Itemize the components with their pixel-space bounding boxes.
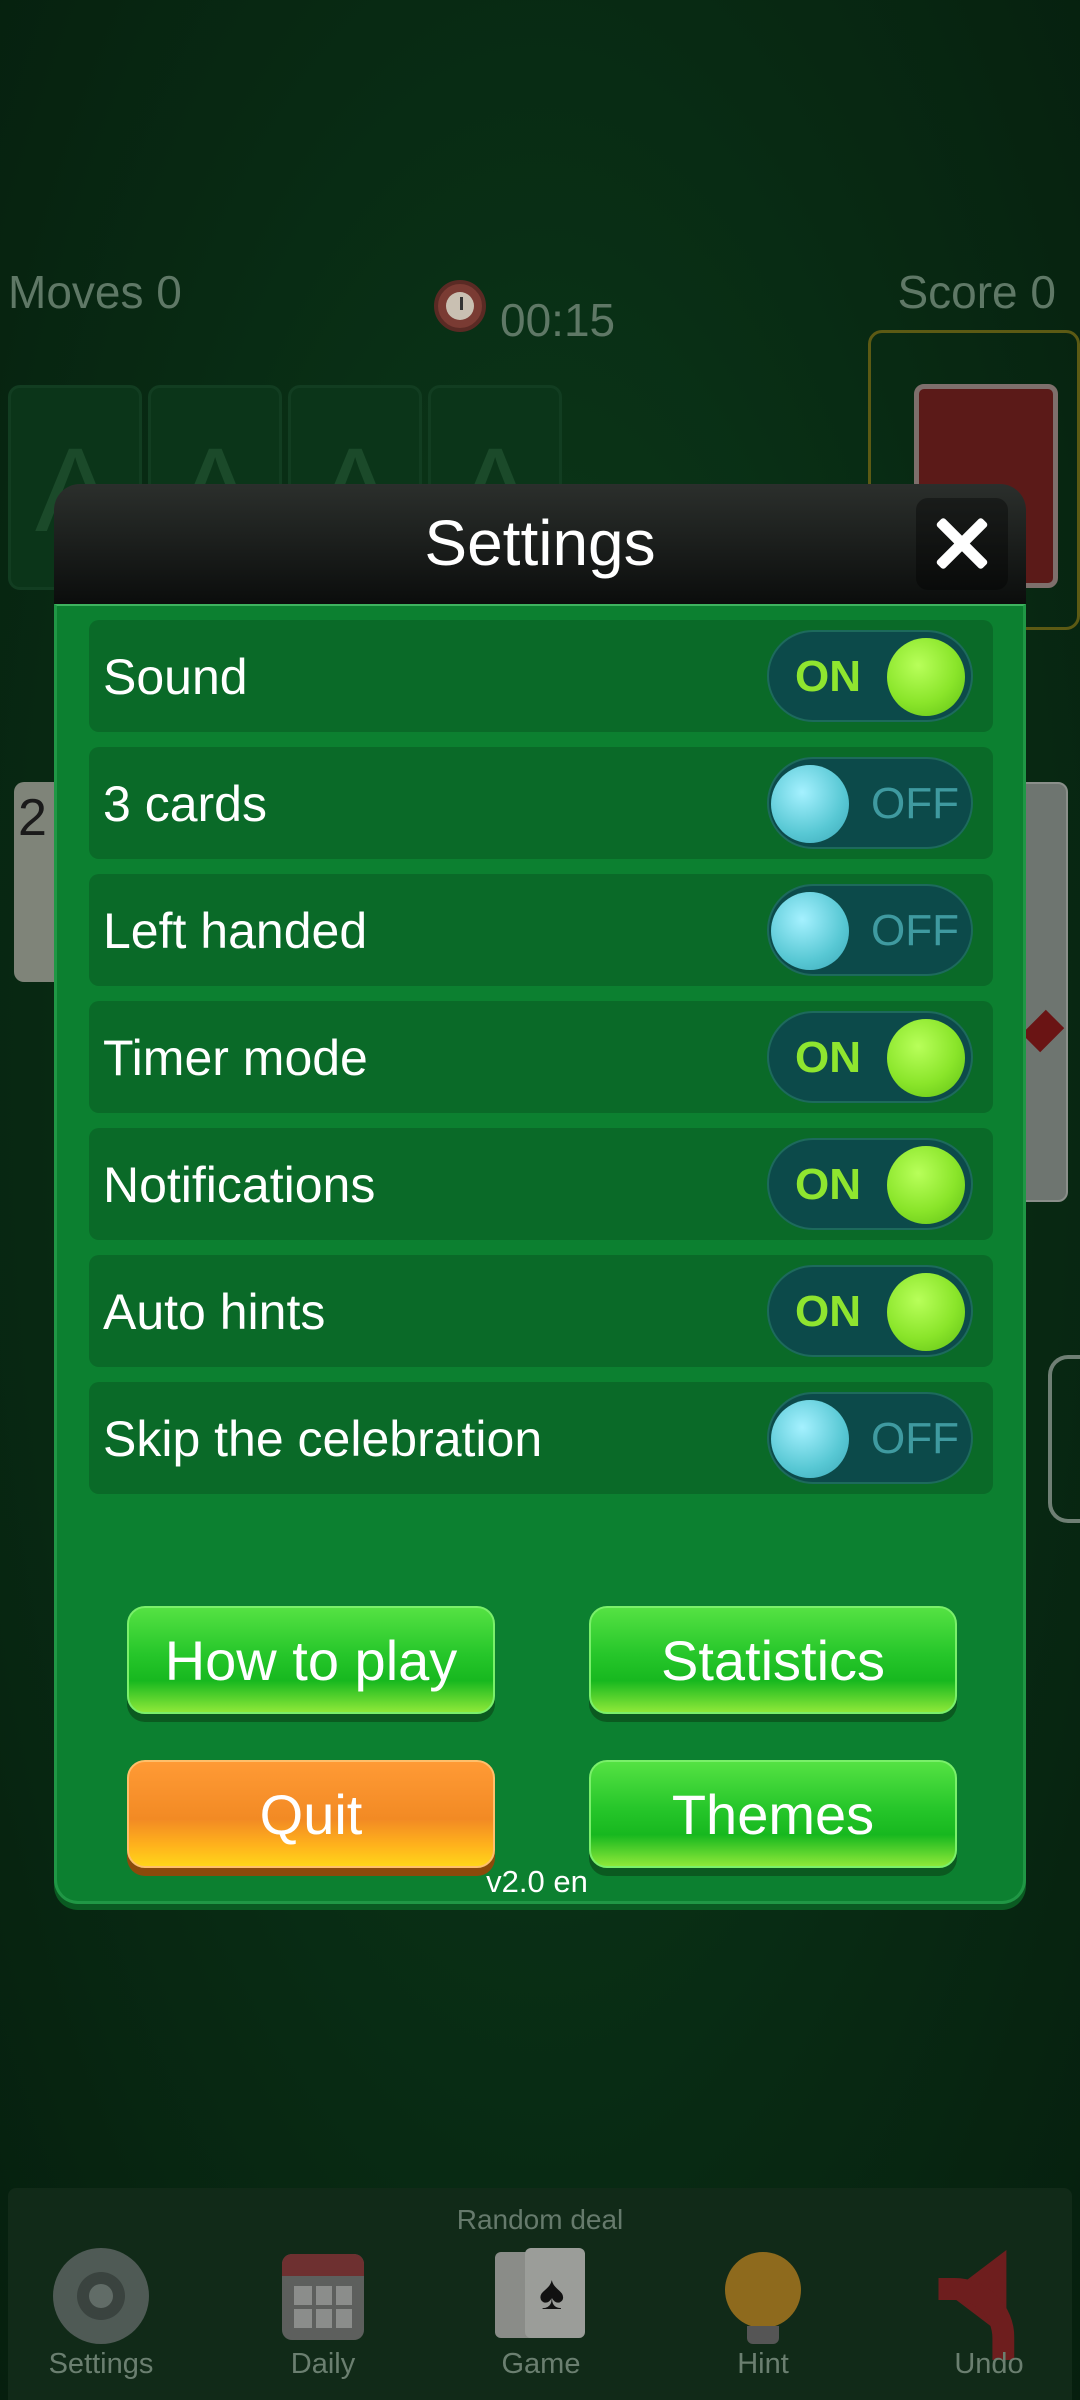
nav-label: Game [501, 2348, 581, 2380]
score-counter: Score 0 [897, 266, 1056, 318]
tableau-card-rank: 2 [18, 789, 47, 847]
how-to-play-button[interactable]: How to play [127, 1606, 495, 1714]
toggle-knob [887, 1019, 965, 1097]
toggle-knob [887, 1273, 965, 1351]
setting-row-3-cards: 3 cards OFF [89, 747, 993, 859]
toggle-state: ON [795, 652, 861, 701]
auto-hints-toggle[interactable]: ON [767, 1265, 973, 1357]
sound-toggle[interactable]: ON [767, 630, 973, 722]
setting-row-sound: Sound ON [89, 620, 993, 732]
3-cards-toggle[interactable]: OFF [767, 757, 973, 849]
calendar-icon [282, 2254, 364, 2340]
toggle-state: ON [795, 1033, 861, 1082]
toggle-state: OFF [871, 1414, 959, 1463]
toggle-state: OFF [871, 906, 959, 955]
lightbulb-icon [725, 2252, 801, 2344]
alarm-clock-icon [434, 280, 486, 332]
notifications-toggle[interactable]: ON [767, 1138, 973, 1230]
statistics-button[interactable]: Statistics [589, 1606, 957, 1714]
dialog-body: Sound ON 3 cards OFF Left handed OFF Tim… [54, 604, 1026, 1904]
setting-label: Timer mode [103, 1030, 368, 1086]
toggle-state: ON [795, 1287, 861, 1336]
setting-label: Left handed [103, 903, 368, 959]
moves-counter: Moves 0 [8, 266, 182, 318]
dialog-header: Settings [54, 484, 1026, 604]
setting-label: Notifications [103, 1157, 376, 1213]
quit-button[interactable]: Quit [127, 1760, 495, 1868]
toggle-state: OFF [871, 779, 959, 828]
themes-button[interactable]: Themes [589, 1760, 957, 1868]
setting-row-notifications: Notifications ON [89, 1128, 993, 1240]
toggle-knob [887, 1146, 965, 1224]
toggle-knob [771, 765, 849, 843]
setting-label: Sound [103, 649, 248, 705]
setting-label: 3 cards [103, 776, 267, 832]
gear-icon [53, 2248, 149, 2344]
cards-icon: ♠ [495, 2248, 587, 2340]
setting-label: Auto hints [103, 1284, 326, 1340]
nav-label: Daily [290, 2348, 356, 2380]
setting-row-skip-celebration: Skip the celebration OFF [89, 1382, 993, 1494]
dialog-title: Settings [424, 507, 656, 579]
bottom-toolbar: Random deal Settings Daily ♠ Game Hint U… [8, 2188, 1072, 2400]
timer-mode-toggle[interactable]: ON [767, 1011, 973, 1103]
undo-arrow-icon [938, 2250, 1015, 2360]
side-panel-handle[interactable] [1048, 1355, 1080, 1523]
toggle-knob [887, 638, 965, 716]
deal-type-caption: Random deal [456, 2204, 624, 2235]
setting-label: Skip the celebration [103, 1411, 543, 1467]
close-icon[interactable] [916, 498, 1008, 590]
skip-celebration-toggle[interactable]: OFF [767, 1392, 973, 1484]
timer-display: 00:15 [500, 294, 616, 346]
left-handed-toggle[interactable]: OFF [767, 884, 973, 976]
nav-label: Undo [954, 2348, 1024, 2380]
toggle-knob [771, 1400, 849, 1478]
toggle-knob [771, 892, 849, 970]
settings-dialog: Settings Sound ON 3 cards OFF Left hande… [54, 484, 1026, 1904]
version-label: v2.0 en [486, 1864, 588, 1899]
nav-label: Settings [48, 2348, 154, 2380]
setting-row-auto-hints: Auto hints ON [89, 1255, 993, 1367]
toggle-state: ON [795, 1160, 861, 1209]
setting-row-left-handed: Left handed OFF [89, 874, 993, 986]
nav-label: Hint [737, 2348, 789, 2380]
setting-row-timer-mode: Timer mode ON [89, 1001, 993, 1113]
